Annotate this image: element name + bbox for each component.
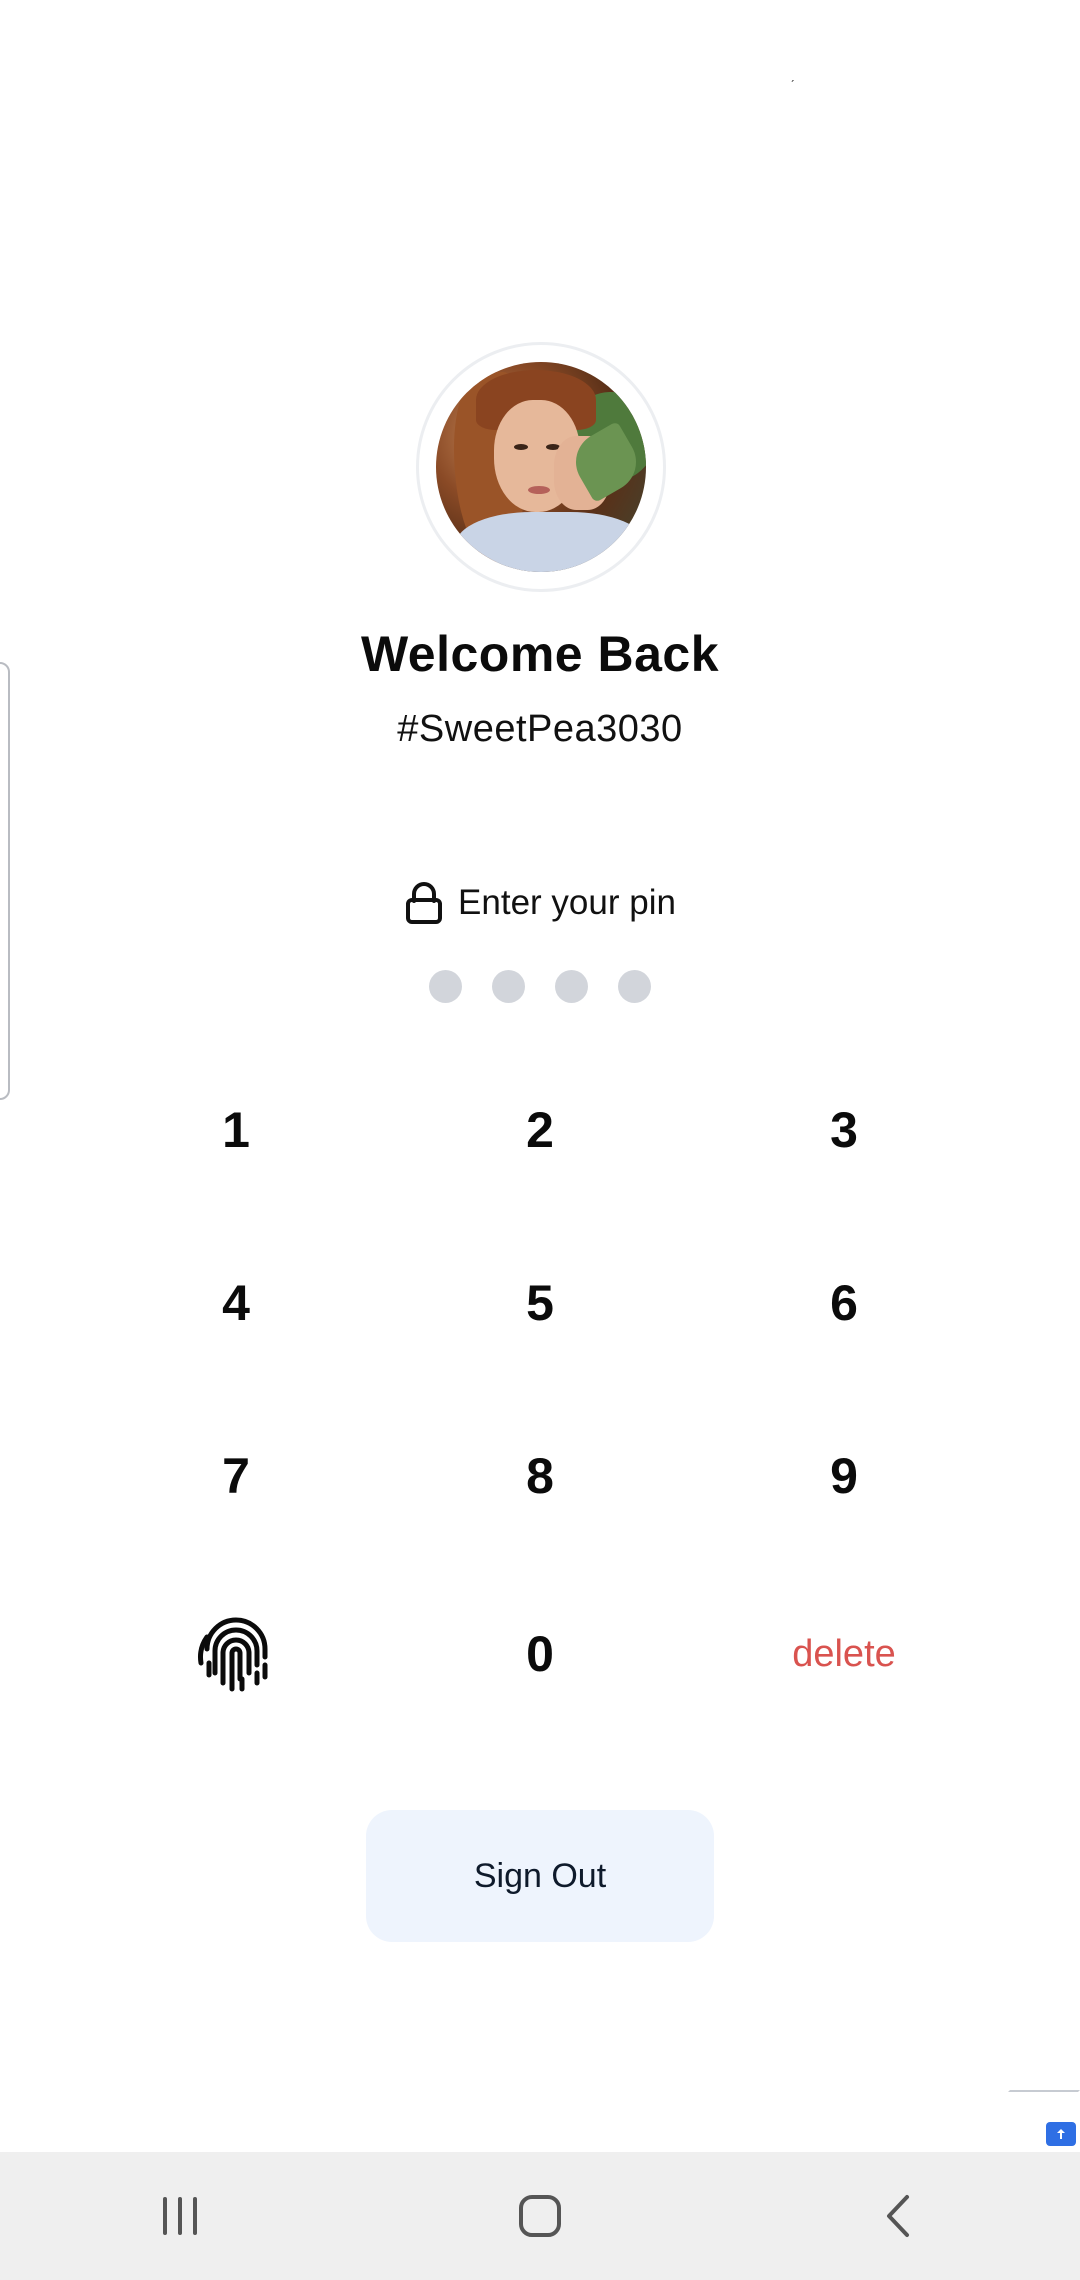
key-3[interactable]: 3: [724, 1060, 964, 1200]
back-icon: [887, 2195, 909, 2237]
upload-badge[interactable]: [1046, 2122, 1076, 2146]
avatar: [436, 362, 646, 572]
home-button[interactable]: [480, 2166, 600, 2266]
pin-dot: [429, 970, 462, 1003]
key-2[interactable]: 2: [420, 1060, 660, 1200]
key-5[interactable]: 5: [420, 1233, 660, 1373]
fingerprint-icon: [198, 1617, 268, 1692]
username-label: #SweetPea3030: [397, 708, 683, 750]
pin-prompt: Enter your pin: [0, 878, 1080, 928]
biometric-button[interactable]: [116, 1584, 356, 1724]
pin-prompt-text: Enter your pin: [458, 883, 676, 922]
avatar-ring: [416, 342, 666, 592]
home-icon: [519, 2195, 561, 2237]
sign-out-button[interactable]: Sign Out: [366, 1810, 714, 1942]
system-nav-bar: [0, 2152, 1080, 2280]
pin-dot: [555, 970, 588, 1003]
upload-icon: [1057, 2129, 1065, 2139]
back-button[interactable]: [840, 2166, 960, 2266]
key-9[interactable]: 9: [724, 1406, 964, 1546]
key-1[interactable]: 1: [116, 1060, 356, 1200]
key-8[interactable]: 8: [420, 1406, 660, 1546]
key-0[interactable]: 0: [420, 1584, 660, 1724]
key-6[interactable]: 6: [724, 1233, 964, 1373]
key-7[interactable]: 7: [116, 1406, 356, 1546]
recents-button[interactable]: [120, 2166, 240, 2266]
delete-button[interactable]: delete: [724, 1584, 964, 1724]
key-4[interactable]: 4: [116, 1233, 356, 1373]
pin-dot: [618, 970, 651, 1003]
lock-icon: [406, 882, 443, 924]
pin-dot: [492, 970, 525, 1003]
status-mark: ˏ: [790, 66, 795, 82]
pin-indicator: [0, 970, 1080, 1003]
welcome-title: Welcome Back: [360, 626, 720, 682]
recents-icon: [163, 2197, 197, 2235]
